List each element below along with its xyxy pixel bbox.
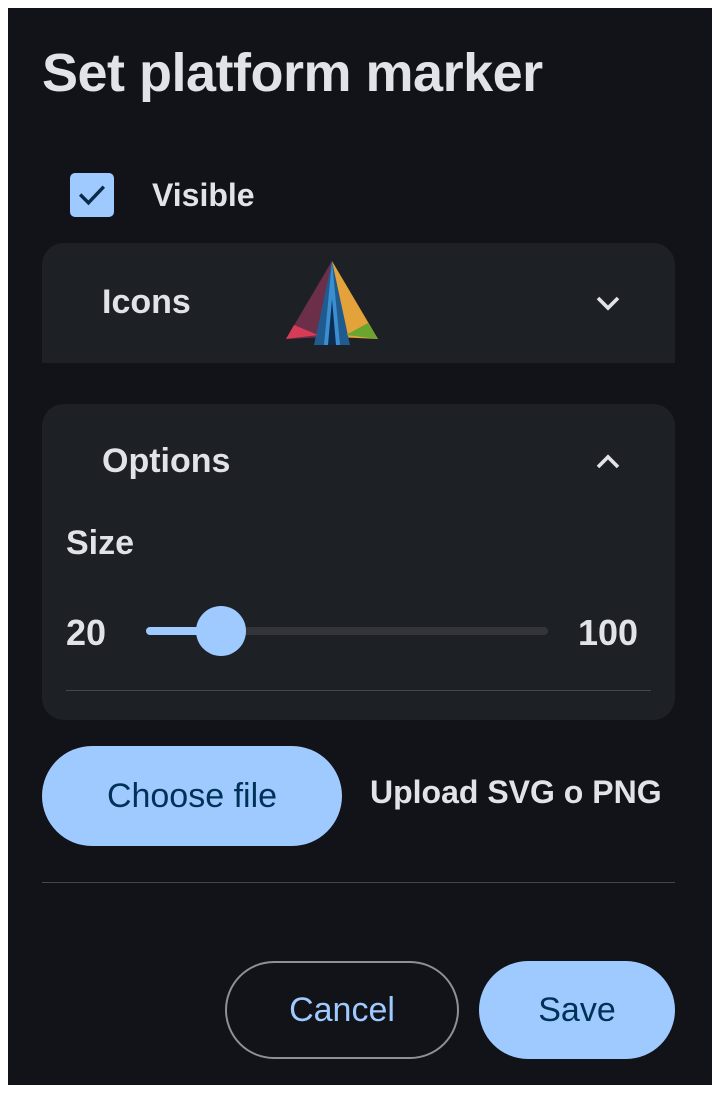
icons-panel-title: Icons bbox=[102, 283, 191, 321]
footer-divider bbox=[42, 882, 675, 883]
save-button[interactable]: Save bbox=[479, 961, 675, 1059]
size-label: Size bbox=[66, 524, 135, 562]
slider-min-label: 20 bbox=[66, 612, 107, 653]
size-slider[interactable] bbox=[146, 606, 548, 656]
visible-checkbox[interactable] bbox=[70, 173, 114, 217]
visible-checkbox-row[interactable]: Visible bbox=[70, 172, 255, 218]
slider-thumb[interactable] bbox=[196, 606, 247, 656]
cancel-button[interactable]: Cancel bbox=[225, 961, 459, 1059]
chevron-down-icon[interactable] bbox=[588, 283, 628, 323]
dialog-title: Set platform marker bbox=[42, 43, 543, 103]
visible-label: Visible bbox=[152, 176, 255, 213]
icons-panel-header[interactable]: Icons bbox=[42, 243, 675, 363]
slider-max-label: 100 bbox=[578, 612, 639, 653]
options-panel-title: Options bbox=[102, 442, 231, 480]
upload-hint: Upload SVG o PNG bbox=[370, 774, 662, 810]
options-panel: Options Size 20 100 bbox=[42, 404, 675, 720]
choose-file-button[interactable]: Choose file bbox=[42, 746, 342, 846]
chevron-up-icon[interactable] bbox=[588, 442, 628, 482]
checkmark-icon bbox=[78, 185, 106, 206]
set-platform-marker-dialog: Set platform marker Visible Icons Option… bbox=[8, 8, 712, 1085]
tent-icon[interactable] bbox=[284, 259, 380, 347]
options-divider bbox=[66, 690, 651, 691]
